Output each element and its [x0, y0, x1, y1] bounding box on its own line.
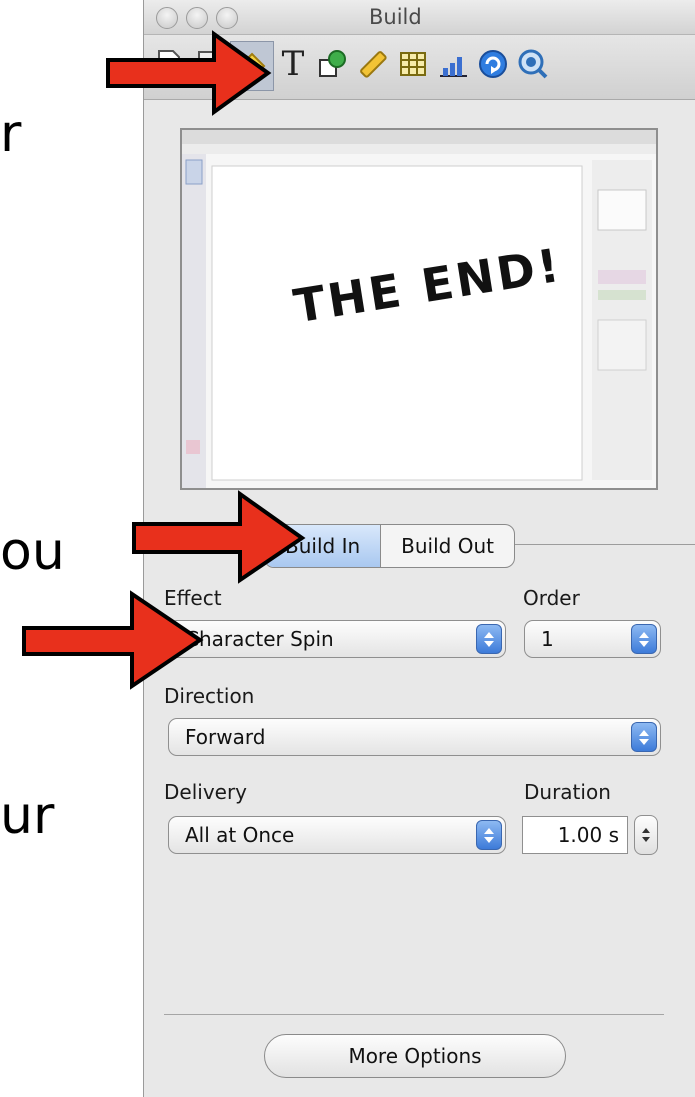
table-inspector-icon[interactable] — [396, 47, 430, 81]
duration-stepper[interactable] — [634, 815, 658, 855]
text-tool-glyph: T — [281, 44, 305, 84]
callout-arrow-build-icon — [106, 30, 272, 116]
background-text-2: ou — [0, 522, 65, 582]
text-inspector-icon[interactable]: T — [276, 44, 310, 84]
delivery-popup[interactable]: All at Once — [168, 816, 506, 854]
order-value: 1 — [541, 627, 554, 651]
order-popup-arrows-icon — [631, 624, 657, 654]
direction-value: Forward — [185, 725, 266, 749]
close-window-button[interactable] — [156, 7, 178, 29]
quicktime-inspector-icon[interactable] — [516, 47, 550, 81]
slide-preview: THE END! — [180, 128, 658, 490]
more-options-button[interactable]: More Options — [264, 1034, 566, 1078]
delivery-label: Delivery — [164, 780, 248, 804]
tab-build-out[interactable]: Build Out — [381, 525, 514, 567]
hyperlink-inspector-icon[interactable] — [476, 47, 510, 81]
background-text-1: r — [0, 104, 22, 164]
bottom-divider — [164, 1014, 664, 1015]
callout-arrow-effect-popup — [22, 590, 204, 690]
effect-popup-arrows-icon — [476, 624, 502, 654]
effect-value: Character Spin — [185, 627, 334, 651]
minimize-window-button[interactable] — [186, 7, 208, 29]
duration-field[interactable]: 1.00 s — [522, 816, 628, 854]
stepper-up-icon — [642, 828, 650, 833]
order-popup[interactable]: 1 — [524, 620, 661, 658]
window-title: Build — [369, 5, 422, 29]
graphic-inspector-icon[interactable] — [316, 47, 350, 81]
callout-arrow-build-in-tab — [132, 490, 306, 584]
background-text-3: ur — [0, 786, 55, 846]
chart-inspector-icon[interactable] — [436, 47, 470, 81]
delivery-value: All at Once — [185, 823, 295, 847]
effect-popup[interactable]: Character Spin — [168, 620, 506, 658]
direction-popup[interactable]: Forward — [168, 718, 661, 756]
stepper-down-icon — [642, 837, 650, 842]
zoom-window-button[interactable] — [216, 7, 238, 29]
metrics-inspector-icon[interactable] — [356, 47, 390, 81]
order-label: Order — [523, 586, 580, 610]
delivery-popup-arrows-icon — [476, 820, 502, 850]
direction-popup-arrows-icon — [631, 722, 657, 752]
duration-label: Duration — [524, 780, 611, 804]
